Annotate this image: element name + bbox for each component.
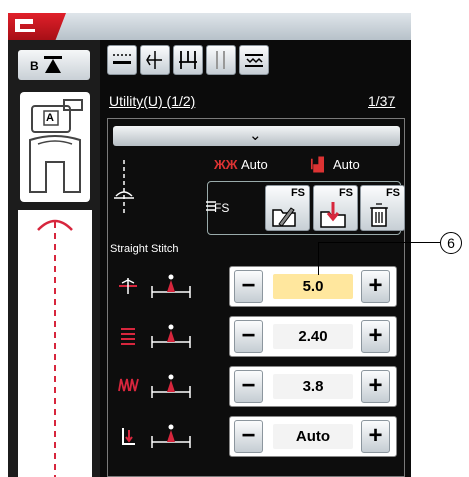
needle-position-icon <box>146 51 162 69</box>
presser-tab-label: B <box>30 59 39 73</box>
callout-leader <box>318 242 440 243</box>
foot-pressure-stepper: − Auto + <box>229 416 397 457</box>
fs-delete-button[interactable]: FS <box>360 185 405 231</box>
fs-save-button[interactable]: FS <box>265 185 310 231</box>
thread-tension-row-icon <box>118 378 139 392</box>
adjust-indicator-icon <box>151 424 191 448</box>
thread-tension-icon: ЖЖ <box>214 157 238 172</box>
page-indicator: 1/37 <box>368 93 396 109</box>
page-title: Utility(U) (1/2) <box>109 93 196 109</box>
needle-plate-icon <box>179 51 197 69</box>
callout-number: 6 <box>440 232 462 254</box>
fs-delete-label: FS <box>385 187 400 199</box>
adjust-indicator-icon <box>151 374 191 398</box>
decrease-button[interactable]: − <box>234 370 263 403</box>
fs-load-button[interactable]: FS <box>313 185 358 231</box>
mode-button-1[interactable] <box>107 45 137 75</box>
increase-button[interactable]: + <box>361 370 390 403</box>
sewing-machine-icon <box>15 19 35 32</box>
decrease-button[interactable]: − <box>234 320 263 353</box>
trash-icon <box>370 203 388 227</box>
stitch-preview-graphic <box>37 219 73 477</box>
stitch-width-stepper: − 5.0 + <box>229 266 397 307</box>
presser-foot-tab[interactable]: B <box>18 50 90 80</box>
folder-download-icon <box>320 202 346 228</box>
foot-pressure-row-icon <box>122 428 135 445</box>
presser-foot-letter: A <box>46 112 54 124</box>
stitch-preview <box>18 210 92 477</box>
feed-auto-label: Auto <box>333 157 360 172</box>
stitch-width-icon <box>119 278 137 294</box>
collapse-button[interactable]: ⌄ <box>113 126 400 146</box>
mode-button-3[interactable] <box>173 45 203 75</box>
twin-needle-icon <box>216 51 225 69</box>
increase-button[interactable]: + <box>361 270 390 303</box>
fs-load-label: FS <box>338 187 353 199</box>
foot-pressure-value: Auto <box>273 424 353 449</box>
increase-button[interactable]: + <box>361 420 390 453</box>
mode-button-4[interactable] <box>206 45 236 75</box>
stitch-name: Straight Stitch <box>110 243 179 255</box>
adjust-indicator-icon <box>151 324 191 348</box>
fs-save-label: FS <box>290 187 305 199</box>
stitch-length-icon <box>121 328 135 345</box>
foot-pressure-icon: ⅼ▟ <box>310 157 324 172</box>
mode-button-2[interactable] <box>140 45 170 75</box>
thread-tension-value: 3.8 <box>273 374 353 399</box>
presser-up-icon <box>44 56 62 73</box>
callout-leader-vertical <box>318 242 319 275</box>
thread-tension-stepper: − 3.8 + <box>229 366 397 407</box>
needle-position-symbol <box>114 160 134 214</box>
adjust-indicator-icon <box>151 274 191 298</box>
increase-button[interactable]: + <box>361 320 390 353</box>
top-strip <box>8 13 411 40</box>
straight-stitch-mode-icon <box>113 54 131 64</box>
presser-foot-icon <box>29 99 83 193</box>
fs-memory-icon <box>206 201 216 211</box>
stitch-length-value: 2.40 <box>273 324 353 349</box>
stitch-width-value: 5.0 <box>273 274 353 299</box>
mode-button-5[interactable] <box>239 45 269 75</box>
decorative-stitch-icon <box>245 54 263 67</box>
thread-auto-label: Auto <box>241 157 268 172</box>
decrease-button[interactable]: − <box>234 270 263 303</box>
presser-foot-image: A <box>20 92 90 202</box>
folder-pencil-icon <box>272 207 296 227</box>
decrease-button[interactable]: − <box>234 420 263 453</box>
stitch-length-stepper: − 2.40 + <box>229 316 397 357</box>
chevron-down-icon: ⌄ <box>249 127 262 144</box>
